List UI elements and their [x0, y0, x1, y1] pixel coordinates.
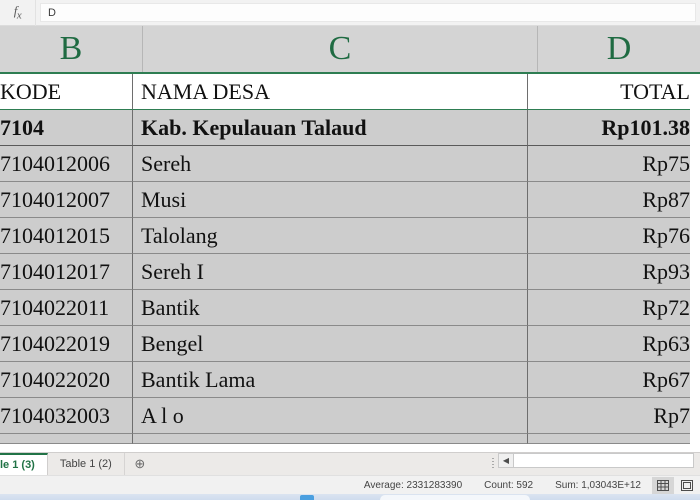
table-row: 7104012015 Talolang Rp76: [0, 218, 700, 254]
cell-nama-desa[interactable]: Sereh I: [133, 254, 528, 290]
table-row-clipped: [0, 434, 700, 444]
cell-kode[interactable]: 7104012007: [0, 182, 133, 218]
split-handle[interactable]: [488, 453, 498, 475]
scroll-track[interactable]: [514, 453, 694, 468]
taskbar-app-icon[interactable]: [300, 495, 314, 500]
spreadsheet-grid[interactable]: B C D KODE NAMA DESA TOTAL 7104 Kab. Kep…: [0, 26, 700, 452]
cell-total[interactable]: Rp7: [528, 398, 690, 434]
table-row: 7104012007 Musi Rp87: [0, 182, 700, 218]
add-sheet-button[interactable]: ⊕: [125, 453, 155, 475]
header-cell-nama-desa[interactable]: NAMA DESA: [133, 74, 528, 110]
cell-nama-desa[interactable]: Sereh: [133, 146, 528, 182]
insert-function-button[interactable]: fx: [0, 0, 36, 26]
horizontal-scrollbar[interactable]: ◀: [498, 453, 694, 468]
cell-clipped[interactable]: [0, 434, 133, 444]
formula-bar: fx D: [0, 0, 700, 26]
cell-clipped[interactable]: [528, 434, 690, 444]
cell-total[interactable]: Rp76: [528, 218, 690, 254]
page-layout-glyph: [681, 479, 693, 491]
cell-nama-desa[interactable]: Bantik Lama: [133, 362, 528, 398]
cell-kode[interactable]: 7104032003: [0, 398, 133, 434]
table-row: 7104022011 Bantik Rp72: [0, 290, 700, 326]
sheet-tabs: le 1 (3) Table 1 (2): [0, 453, 125, 475]
scroll-left-button[interactable]: ◀: [498, 453, 514, 468]
cell-total[interactable]: Rp93: [528, 254, 690, 290]
table-row: 7104032003 A l o Rp7: [0, 398, 700, 434]
cell-nama-desa[interactable]: Bantik: [133, 290, 528, 326]
tabbar-spacer: [155, 453, 488, 475]
header-cell-total[interactable]: TOTAL: [528, 74, 690, 110]
column-header-row: B C D: [0, 26, 700, 74]
status-sum[interactable]: Sum: 1,03043E+12: [544, 480, 652, 491]
cell-kode[interactable]: 7104022011: [0, 290, 133, 326]
cell-total[interactable]: Rp67: [528, 362, 690, 398]
cell-nama-desa[interactable]: Bengel: [133, 326, 528, 362]
data-rows-container: 7104012006 Sereh Rp75 7104012007 Musi Rp87 710…: [0, 146, 700, 444]
status-average[interactable]: Average: 2331283390: [353, 480, 473, 491]
normal-view-glyph: [657, 479, 669, 491]
cell-nama-desa[interactable]: A l o: [133, 398, 528, 434]
sheet-tab[interactable]: Table 1 (2): [47, 453, 125, 475]
cell-kode[interactable]: 7104012015: [0, 218, 133, 254]
header-cell-kode[interactable]: KODE: [0, 74, 133, 110]
status-bar: Average: 2331283390 Count: 592 Sum: 1,03…: [0, 475, 700, 494]
page-layout-icon[interactable]: [676, 477, 698, 494]
cell-total[interactable]: Rp63: [528, 326, 690, 362]
cell-total[interactable]: Rp87: [528, 182, 690, 218]
windows-taskbar: [0, 494, 700, 500]
summary-row: 7104 Kab. Kepulauan Talaud Rp101.38: [0, 110, 700, 146]
cell-kode[interactable]: 7104022020: [0, 362, 133, 398]
table-row: 7104012017 Sereh I Rp93: [0, 254, 700, 290]
summary-cell-total[interactable]: Rp101.38: [528, 110, 690, 146]
column-header-d[interactable]: D: [538, 26, 700, 72]
cell-total[interactable]: Rp72: [528, 290, 690, 326]
status-count[interactable]: Count: 592: [473, 480, 544, 491]
sheet-tab-bar: le 1 (3) Table 1 (2) ⊕ ◀: [0, 452, 700, 475]
cell-total[interactable]: Rp75: [528, 146, 690, 182]
normal-view-icon[interactable]: [652, 476, 674, 494]
taskbar-search-box[interactable]: [380, 495, 530, 500]
cell-kode[interactable]: 7104012017: [0, 254, 133, 290]
table-row: 7104022019 Bengel Rp63: [0, 326, 700, 362]
summary-cell-kode[interactable]: 7104: [0, 110, 133, 146]
formula-input[interactable]: D: [40, 3, 696, 22]
excel-window: fx D B C D KODE NAMA DESA TOTAL 7104 Kab…: [0, 0, 700, 500]
table-row: 7104022020 Bantik Lama Rp67: [0, 362, 700, 398]
cell-nama-desa[interactable]: Musi: [133, 182, 528, 218]
cell-nama-desa[interactable]: Talolang: [133, 218, 528, 254]
cell-clipped[interactable]: [133, 434, 528, 444]
table-row: 7104012006 Sereh Rp75: [0, 146, 700, 182]
cell-kode[interactable]: 7104012006: [0, 146, 133, 182]
fx-icon: fx: [13, 3, 22, 22]
sheet-tab[interactable]: le 1 (3): [0, 453, 48, 475]
formula-input-value: D: [48, 6, 56, 19]
split-grip-dots: [492, 458, 494, 470]
summary-cell-nama-desa[interactable]: Kab. Kepulauan Talaud: [133, 110, 528, 146]
table-header-row: KODE NAMA DESA TOTAL: [0, 74, 700, 110]
column-header-b[interactable]: B: [0, 26, 143, 72]
cell-kode[interactable]: 7104022019: [0, 326, 133, 362]
column-header-c[interactable]: C: [143, 26, 538, 72]
